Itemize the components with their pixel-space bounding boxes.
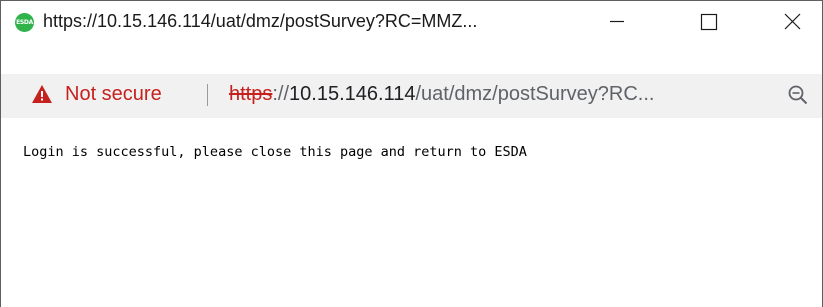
url-scheme-separator: :// [272,83,290,105]
close-button[interactable] [761,1,821,41]
zoom-out-icon[interactable] [787,84,809,106]
window-title: https://10.15.146.114/uat/dmz/postSurvey… [43,11,478,31]
page-content: Login is successful, please close this p… [1,118,822,307]
maximize-button[interactable] [679,1,739,41]
address-bar[interactable]: Not secure https://10.15.146.114/uat/dmz… [1,74,822,118]
toolbar-gap [1,41,822,74]
login-success-message: Login is successful, please close this p… [23,144,527,160]
url-scheme: https [229,83,273,105]
minimize-button[interactable] [584,1,644,41]
maximize-icon [700,13,718,31]
address-separator [207,84,208,106]
url-path: /uat/dmz/postSurvey?RC... [415,83,655,105]
warning-triangle-icon[interactable] [31,84,53,104]
minimize-icon [610,20,624,23]
security-status-label[interactable]: Not secure [65,80,162,108]
close-icon [784,13,801,30]
url-text[interactable]: https://10.15.146.114/uat/dmz/postSurvey… [229,80,654,108]
title-bar[interactable]: ESDA https://10.15.146.114/uat/dmz/postS… [1,1,822,41]
url-host: 10.15.146.114 [289,83,416,105]
esda-favicon-icon: ESDA [15,13,34,32]
browser-window: ESDA https://10.15.146.114/uat/dmz/postS… [0,0,823,307]
